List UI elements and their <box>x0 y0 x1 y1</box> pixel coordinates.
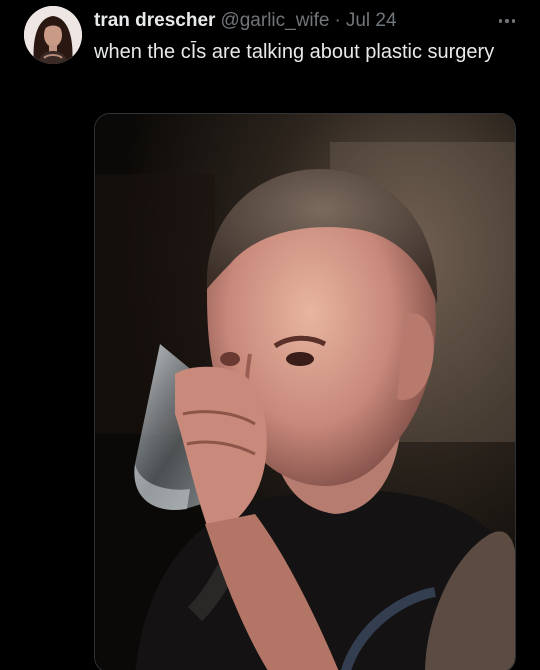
more-options-icon[interactable] <box>494 12 520 30</box>
more-dot <box>505 19 509 23</box>
separator-dot: · <box>334 10 341 31</box>
user-handle[interactable]: @garlic_wife <box>220 9 329 33</box>
tweet-text: when the cĪs are talking about plastic s… <box>94 41 495 63</box>
tweet-header: tran drescher @garlic_wife · Jul 24 <box>94 9 397 33</box>
display-name[interactable]: tran drescher <box>94 9 215 33</box>
tweet-card: tran drescher @garlic_wife · Jul 24 when… <box>0 0 540 670</box>
tweet-date[interactable]: Jul 24 <box>346 9 397 33</box>
avatar-image <box>24 6 82 64</box>
more-dot <box>498 19 503 23</box>
more-dot <box>511 19 516 23</box>
avatar[interactable] <box>24 6 82 64</box>
photo-man-drinking-water <box>95 114 515 670</box>
tweet-media-photo[interactable] <box>94 113 516 670</box>
